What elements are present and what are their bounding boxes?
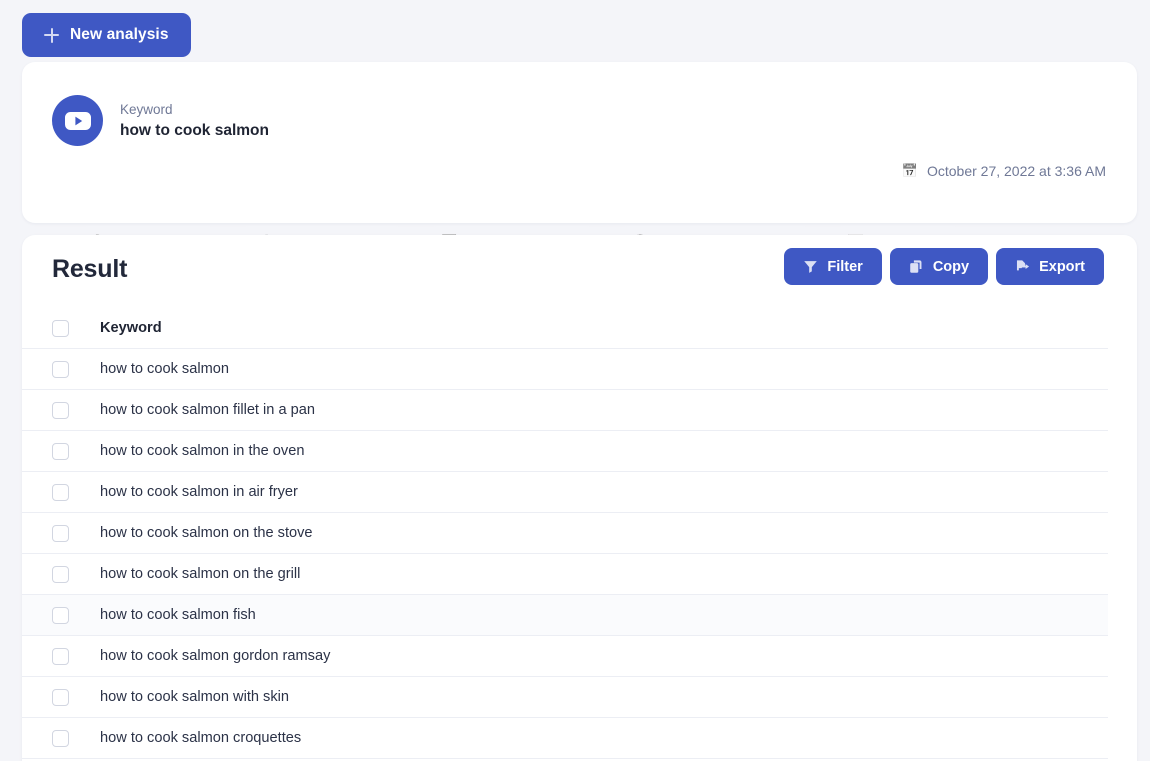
filter-icon	[803, 259, 818, 274]
keyword-label: Keyword	[120, 101, 173, 117]
row-checkbox[interactable]	[52, 688, 69, 706]
table-row[interactable]: how to cook salmon in the oven	[22, 431, 1108, 472]
row-checkbox[interactable]	[52, 401, 69, 419]
row-keyword: how to cook salmon on the grill	[100, 565, 301, 582]
table-row[interactable]: how to cook salmon	[22, 349, 1108, 390]
filter-button[interactable]: Filter	[784, 248, 882, 285]
copy-button[interactable]: Copy	[889, 248, 989, 285]
row-keyword: how to cook salmon in air fryer	[100, 483, 298, 500]
row-checkbox[interactable]	[52, 647, 69, 665]
row-keyword: how to cook salmon on the stove	[100, 524, 313, 541]
export-button[interactable]: Export	[996, 248, 1104, 285]
row-checkbox[interactable]	[52, 524, 69, 542]
row-checkbox[interactable]	[52, 606, 69, 624]
summary-header: Keyword how to cook salmon	[52, 95, 269, 146]
row-checkbox[interactable]	[52, 360, 69, 378]
row-keyword: how to cook salmon	[100, 360, 229, 377]
row-keyword: how to cook salmon fillet in a pan	[100, 401, 315, 418]
result-card: Result Filter Copy Export Keyword how to…	[22, 235, 1137, 761]
analysis-summary-card: Keyword how to cook salmon 📅 October 27,…	[22, 62, 1137, 258]
row-keyword: how to cook salmon croquettes	[100, 729, 302, 746]
row-checkbox[interactable]	[52, 729, 69, 747]
copy-label: Copy	[932, 258, 970, 275]
row-keyword: how to cook salmon fish	[100, 606, 256, 623]
new-analysis-button[interactable]: New analysis	[22, 13, 191, 57]
table-row[interactable]: how to cook salmon with skin	[22, 677, 1108, 718]
row-keyword: how to cook salmon in the oven	[100, 442, 305, 459]
filter-label: Filter	[827, 258, 863, 275]
column-header-keyword: Keyword	[100, 319, 162, 336]
new-analysis-label: New analysis	[70, 26, 169, 43]
copy-icon	[909, 259, 924, 274]
app-root: New analysis Keyword how to cook salmon …	[0, 0, 1150, 761]
table-row[interactable]: how to cook salmon croquettes	[22, 718, 1108, 759]
row-checkbox[interactable]	[52, 442, 69, 460]
table-row[interactable]: how to cook salmon fillet in a pan	[22, 390, 1108, 431]
page-title: Result	[52, 255, 128, 283]
row-keyword: how to cook salmon with skin	[100, 688, 289, 705]
keyword-value: how to cook salmon	[120, 121, 269, 139]
keyword-block: Keyword how to cook salmon	[120, 102, 269, 140]
export-label: Export	[1039, 258, 1085, 275]
table-row[interactable]: how to cook salmon fish	[22, 595, 1108, 636]
result-actions: Filter Copy Export	[784, 248, 1104, 285]
row-checkbox[interactable]	[52, 565, 69, 583]
table-row[interactable]: how to cook salmon gordon ramsay	[22, 636, 1108, 677]
table-header-row: Keyword	[22, 308, 1108, 349]
table-row[interactable]: how to cook salmon on the stove	[22, 513, 1108, 554]
youtube-icon	[52, 95, 103, 146]
row-keyword: how to cook salmon gordon ramsay	[100, 647, 331, 664]
plus-icon	[44, 27, 59, 43]
result-header: Result Filter Copy Export	[22, 235, 1137, 308]
analysis-date-text: October 27, 2022 at 3:36 AM	[926, 163, 1106, 179]
table-row[interactable]: how to cook salmon in air fryer	[22, 472, 1108, 513]
calendar-icon: 📅	[901, 163, 918, 178]
table-row[interactable]: how to cook salmon on the grill	[22, 554, 1108, 595]
select-all-checkbox[interactable]	[52, 319, 69, 337]
analysis-date: 📅 October 27, 2022 at 3:36 AM	[902, 163, 1106, 179]
row-checkbox[interactable]	[52, 483, 69, 501]
results-table: Keyword how to cook salmon how to cook s…	[22, 308, 1137, 759]
export-icon	[1015, 259, 1030, 274]
